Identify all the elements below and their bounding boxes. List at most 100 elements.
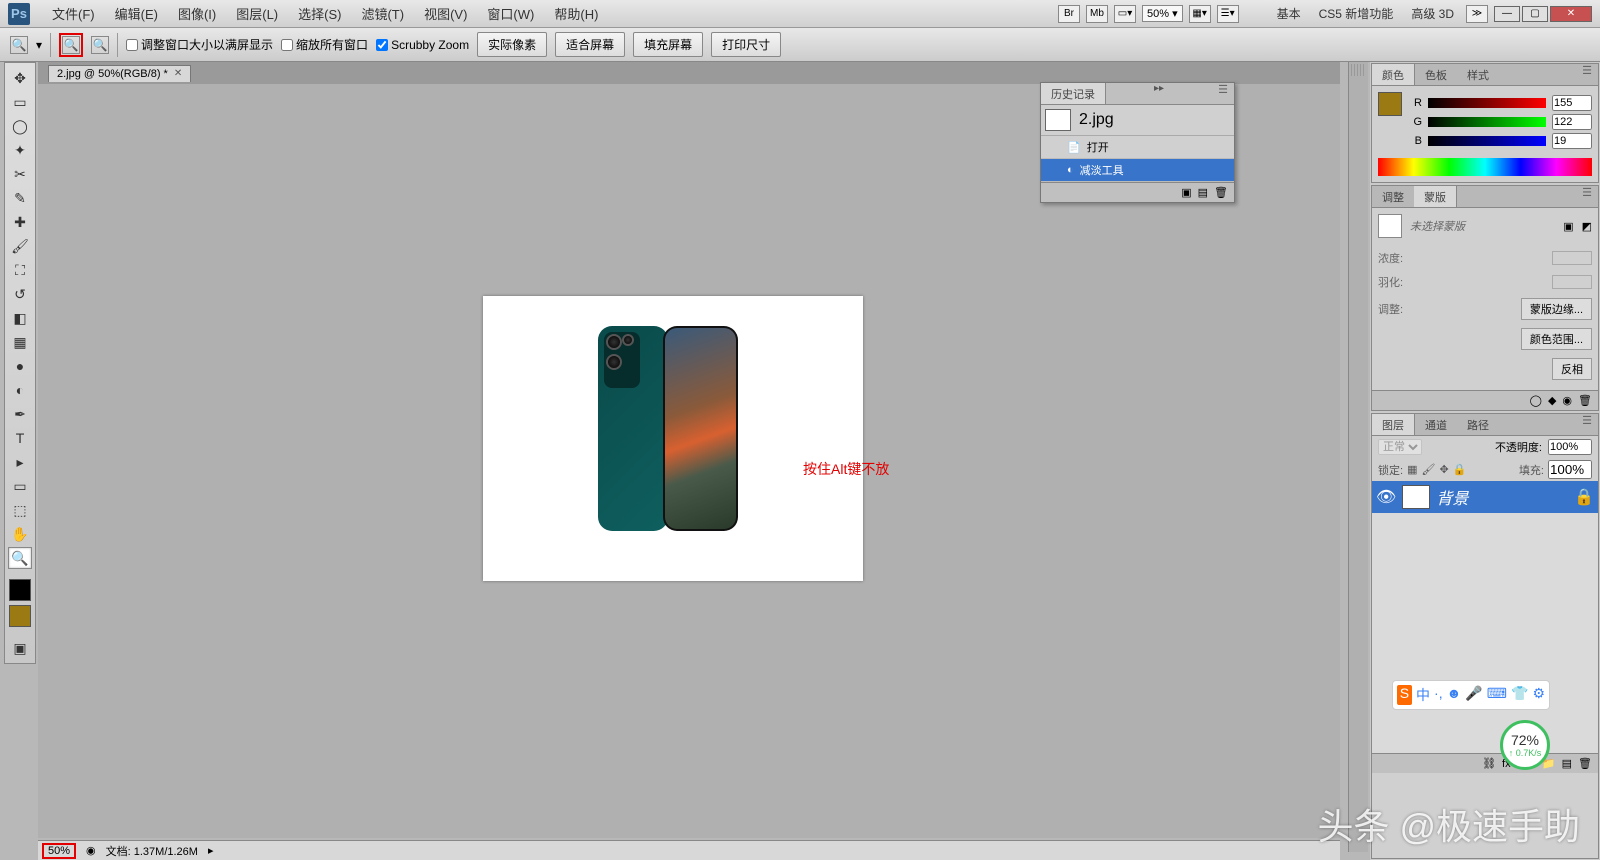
- shape-tool[interactable]: ▭: [8, 475, 32, 497]
- scrubby-zoom-checkbox[interactable]: Scrubby Zoom: [376, 38, 469, 52]
- bridge-icon[interactable]: Br: [1058, 5, 1080, 23]
- document-tab[interactable]: 2.jpg @ 50%(RGB/8) * ✕: [48, 65, 191, 82]
- ime-emoji-icon[interactable]: ☻: [1447, 685, 1462, 705]
- ime-toolbar[interactable]: S 中 ·, ☻ 🎤 ⌨ 👕 ⚙: [1392, 680, 1550, 710]
- tab-adjustments[interactable]: 调整: [1372, 186, 1414, 207]
- menu-layer[interactable]: 图层(L): [226, 4, 288, 23]
- tab-color[interactable]: 颜色: [1372, 64, 1415, 85]
- g-input[interactable]: [1552, 114, 1592, 130]
- tab-styles[interactable]: 样式: [1457, 64, 1499, 85]
- foreground-color[interactable]: [9, 579, 31, 601]
- background-color[interactable]: [9, 605, 31, 627]
- layer-background[interactable]: 👁 背景 🔒: [1372, 481, 1598, 513]
- menu-image[interactable]: 图像(I): [168, 4, 226, 23]
- gradient-tool[interactable]: ▦: [8, 331, 32, 353]
- eyedropper-tool[interactable]: ✎: [8, 187, 32, 209]
- zoom-dropdown[interactable]: 50% ▾: [1142, 5, 1183, 22]
- path-select-tool[interactable]: ▸: [8, 451, 32, 473]
- color-panel-menu-icon[interactable]: ☰: [1576, 64, 1598, 85]
- history-item-open[interactable]: 📄 打开: [1041, 136, 1234, 159]
- fill-input[interactable]: [1548, 460, 1592, 479]
- workspace-basic[interactable]: 基本: [1271, 5, 1307, 22]
- r-slider[interactable]: [1428, 98, 1546, 108]
- print-size-button[interactable]: 打印尺寸: [711, 32, 781, 57]
- status-menu-icon[interactable]: ▸: [208, 844, 214, 857]
- tab-history[interactable]: 历史记录: [1041, 83, 1106, 104]
- history-new-doc-icon[interactable]: ▤: [1198, 186, 1208, 199]
- mask-disable-icon[interactable]: ◉: [1562, 394, 1572, 407]
- tab-paths[interactable]: 路径: [1457, 414, 1499, 435]
- healing-tool[interactable]: ✚: [8, 211, 32, 233]
- arrange-icon[interactable]: ☰▾: [1217, 5, 1239, 23]
- workspace-3d[interactable]: 高级 3D: [1405, 5, 1460, 22]
- status-zoom[interactable]: 50%: [42, 843, 76, 859]
- panel-dock-strip[interactable]: [1348, 62, 1368, 852]
- link-layers-icon[interactable]: ⛓: [1482, 757, 1496, 770]
- color-swatch[interactable]: [1378, 92, 1402, 116]
- zoom-tool[interactable]: 🔍: [8, 547, 32, 569]
- crop-tool[interactable]: ✂: [8, 163, 32, 185]
- battery-widget[interactable]: 72% ↑ 0.7K/s: [1500, 720, 1550, 770]
- ime-voice-icon[interactable]: 🎤: [1465, 685, 1482, 705]
- fill-screen-button[interactable]: 填充屏幕: [633, 32, 703, 57]
- dodge-tool[interactable]: ◐: [8, 379, 32, 401]
- stamp-tool[interactable]: ⛶: [8, 259, 32, 281]
- ime-skin-icon[interactable]: 👕: [1511, 685, 1528, 705]
- close-tab-icon[interactable]: ✕: [174, 68, 182, 79]
- opacity-input[interactable]: [1548, 439, 1592, 455]
- pixel-mask-icon[interactable]: ▣: [1563, 220, 1573, 233]
- mask-edge-button[interactable]: 蒙版边缘...: [1521, 298, 1592, 320]
- eraser-tool[interactable]: ◧: [8, 307, 32, 329]
- window-maximize[interactable]: ▢: [1522, 6, 1548, 22]
- blur-tool[interactable]: ●: [8, 355, 32, 377]
- status-preview-icon[interactable]: ◉: [86, 844, 96, 857]
- zoom-in-icon[interactable]: 🔍: [62, 36, 80, 54]
- history-item-dodge[interactable]: ◐ 减淡工具: [1041, 159, 1234, 182]
- vector-mask-icon[interactable]: ◩: [1582, 220, 1592, 233]
- mask-delete-icon[interactable]: 🗑: [1578, 394, 1592, 407]
- screen-mode-icon[interactable]: ▭▾: [1114, 5, 1136, 23]
- density-input[interactable]: [1552, 251, 1592, 265]
- ime-settings-icon[interactable]: ⚙: [1532, 685, 1545, 705]
- minibridge-icon[interactable]: Mb: [1086, 5, 1108, 23]
- zoom-all-checkbox[interactable]: 缩放所有窗口: [281, 36, 368, 53]
- lock-pixels-icon[interactable]: 🖌: [1421, 463, 1435, 476]
- view-extras-icon[interactable]: ▦▾: [1189, 5, 1211, 23]
- tab-swatches[interactable]: 色板: [1415, 64, 1457, 85]
- actual-pixels-button[interactable]: 实际像素: [477, 32, 547, 57]
- menu-help[interactable]: 帮助(H): [544, 4, 608, 23]
- tool-preset-icon[interactable]: 🔍: [10, 36, 28, 54]
- menu-file[interactable]: 文件(F): [42, 4, 105, 23]
- window-close[interactable]: ✕: [1550, 6, 1592, 22]
- ime-keyboard-icon[interactable]: ⌨: [1487, 685, 1507, 705]
- visibility-eye-icon[interactable]: 👁: [1376, 487, 1396, 507]
- layers-panel-menu-icon[interactable]: ☰: [1576, 414, 1598, 435]
- workspace-cs5[interactable]: CS5 新增功能: [1313, 5, 1400, 22]
- pen-tool[interactable]: ✒: [8, 403, 32, 425]
- panel-collapse-icon[interactable]: ▸▸: [1148, 83, 1170, 104]
- tab-layers[interactable]: 图层: [1372, 414, 1415, 435]
- mask-panel-menu-icon[interactable]: ☰: [1576, 186, 1598, 207]
- marquee-tool[interactable]: ▭: [8, 91, 32, 113]
- lock-position-icon[interactable]: ✥: [1439, 463, 1448, 476]
- workspace-more-icon[interactable]: ≫: [1466, 5, 1488, 23]
- mask-load-icon[interactable]: ◯: [1530, 394, 1542, 407]
- zoom-out-icon[interactable]: 🔍: [91, 36, 109, 54]
- b-input[interactable]: [1552, 133, 1592, 149]
- window-minimize[interactable]: —: [1494, 6, 1520, 22]
- lasso-tool[interactable]: ◯: [8, 115, 32, 137]
- r-input[interactable]: [1552, 95, 1592, 111]
- panel-menu-icon[interactable]: ☰: [1212, 83, 1234, 104]
- menu-filter[interactable]: 滤镜(T): [351, 4, 414, 23]
- invert-button[interactable]: 反相: [1552, 358, 1592, 380]
- feather-input[interactable]: [1552, 275, 1592, 289]
- menu-window[interactable]: 窗口(W): [477, 4, 544, 23]
- color-range-button[interactable]: 颜色范围...: [1521, 328, 1592, 350]
- resize-window-checkbox[interactable]: 调整窗口大小以满屏显示: [126, 36, 273, 53]
- history-new-snapshot-icon[interactable]: ▣: [1181, 186, 1191, 199]
- tab-channels[interactable]: 通道: [1415, 414, 1457, 435]
- type-tool[interactable]: T: [8, 427, 32, 449]
- history-brush-tool[interactable]: ↺: [8, 283, 32, 305]
- blend-mode-select[interactable]: 正常: [1378, 439, 1422, 455]
- menu-view[interactable]: 视图(V): [414, 4, 477, 23]
